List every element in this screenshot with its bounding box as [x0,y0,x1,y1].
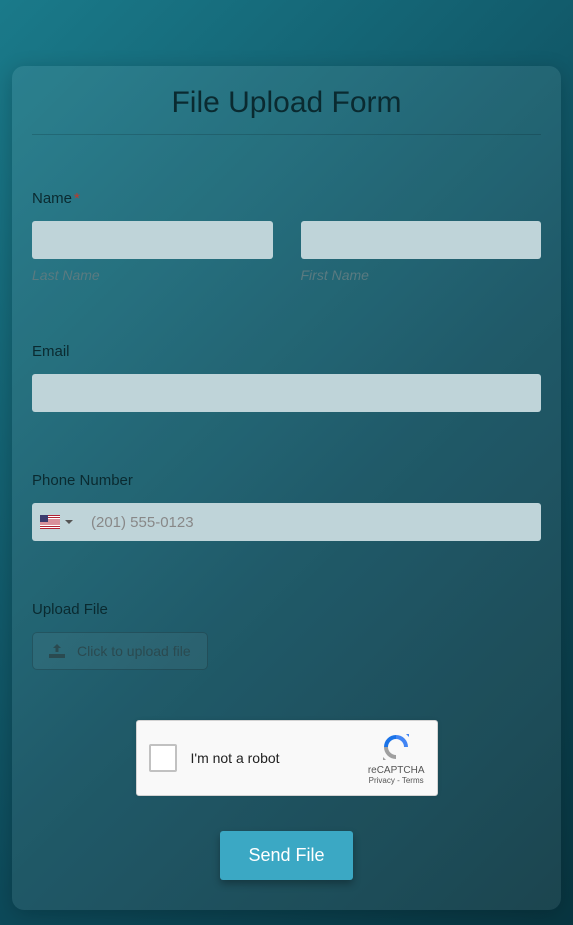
upload-label: Upload File [32,601,541,618]
email-label: Email [32,343,541,360]
recaptcha-widget: I'm not a robot reCAPTCHA Privacy - Term… [136,720,438,796]
phone-field-group: Phone Number [32,472,541,541]
first-name-sublabel: First Name [301,267,542,283]
form-card: File Upload Form Name* Last Name First N… [12,66,561,910]
recaptcha-checkbox[interactable] [149,744,177,772]
recaptcha-privacy-link[interactable]: Privacy [369,776,395,785]
recaptcha-brand-text: reCAPTCHA [368,765,425,776]
upload-field-group: Upload File Click to upload file [32,601,541,670]
upload-icon [49,644,65,658]
recaptcha-terms-link[interactable]: Terms [402,776,424,785]
page-title: File Upload Form [32,86,541,135]
country-code-selector[interactable] [32,503,81,541]
name-field-group: Name* Last Name First Name [32,190,541,283]
name-label: Name* [32,190,541,207]
phone-label: Phone Number [32,472,541,489]
required-indicator: * [74,190,80,207]
last-name-input[interactable] [32,221,273,259]
recaptcha-links: Privacy - Terms [369,776,424,785]
upload-button-text: Click to upload file [77,643,191,659]
us-flag-icon [40,515,60,529]
first-name-input[interactable] [301,221,542,259]
email-field-group: Email [32,343,541,412]
last-name-sublabel: Last Name [32,267,273,283]
email-input[interactable] [32,374,541,412]
send-file-button[interactable]: Send File [220,831,352,880]
recaptcha-text: I'm not a robot [191,750,368,766]
phone-input[interactable] [81,503,541,541]
upload-file-button[interactable]: Click to upload file [32,632,208,670]
chevron-down-icon [65,520,73,524]
recaptcha-logo-icon [380,731,412,763]
